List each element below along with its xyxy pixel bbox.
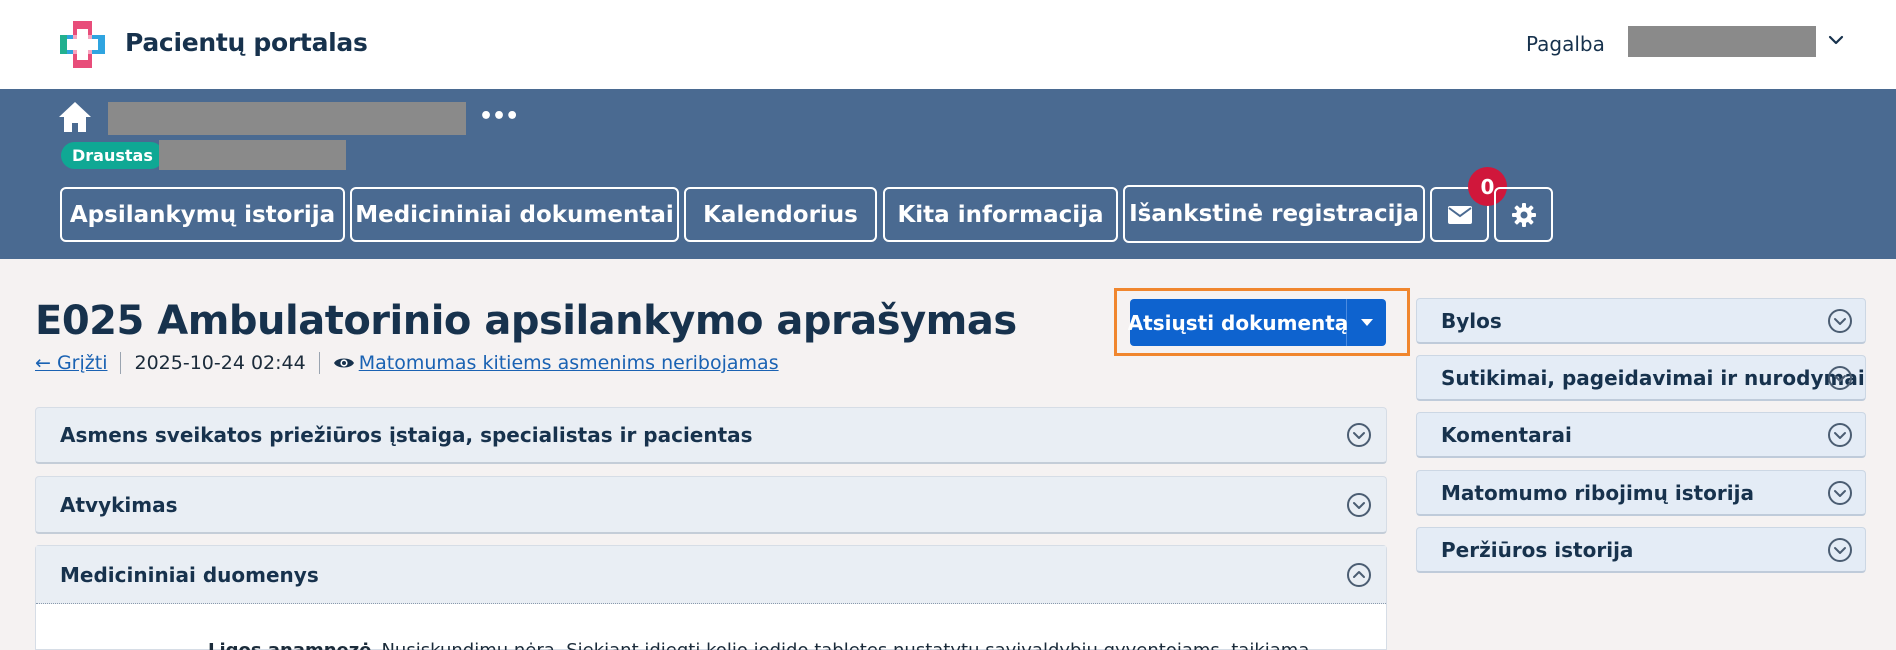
divider	[120, 352, 122, 374]
field-value: Nusiskundimų nėra. Siekiant įdiegti koli…	[381, 640, 1309, 650]
tab-other-information[interactable]: Kita informacija	[883, 187, 1118, 242]
side-panel-files[interactable]: Bylos	[1416, 298, 1866, 344]
user-role-detail-redacted	[159, 140, 346, 170]
visibility-link[interactable]: Matomumas kitiems asmenims neribojamas	[333, 352, 779, 374]
tab-visit-history[interactable]: Apsilankymų istorija	[60, 187, 345, 242]
chevron-down-icon[interactable]	[1826, 30, 1846, 50]
download-document-button[interactable]: Atsiųsti dokumentą	[1128, 299, 1348, 346]
portal-logo-icon[interactable]	[60, 21, 105, 68]
tab-calendar[interactable]: Kalendorius	[684, 187, 877, 242]
tab-medical-documents[interactable]: Medicininiai dokumentai	[350, 187, 679, 242]
home-icon[interactable]	[57, 100, 93, 134]
caret-down-icon	[1360, 318, 1373, 326]
side-panel-title[interactable]: Bylos	[1441, 309, 1502, 333]
divider	[318, 352, 320, 374]
chevron-down-circle-icon[interactable]	[1827, 308, 1853, 334]
envelope-icon	[1447, 205, 1472, 224]
chevron-up-circle-icon[interactable]	[1346, 562, 1372, 588]
settings-button[interactable]	[1494, 187, 1553, 242]
side-panel-comments[interactable]: Komentarai	[1416, 412, 1866, 458]
chevron-down-circle-icon[interactable]	[1827, 422, 1853, 448]
chevron-down-circle-icon[interactable]	[1827, 480, 1853, 506]
medical-history-field: Ligos anamnezė Nusiskundimų nėra. Siekian…	[208, 640, 1378, 650]
user-role-badge: Draustas	[61, 142, 164, 169]
side-panel-consents[interactable]: Sutikimai, pageidavimai ir nurodymai	[1416, 355, 1866, 401]
section-title[interactable]: Medicininiai duomenys	[60, 563, 319, 587]
chevron-down-circle-icon[interactable]	[1827, 365, 1853, 391]
user-name-redacted[interactable]	[1628, 26, 1816, 57]
chevron-down-circle-icon[interactable]	[1346, 492, 1372, 518]
gear-icon	[1511, 202, 1536, 227]
visibility-label[interactable]: Matomumas kitiems asmenims neribojamas	[359, 352, 779, 374]
side-panel-visibility-history[interactable]: Matomumo ribojimų istorija	[1416, 470, 1866, 516]
section-title[interactable]: Atvykimas	[36, 477, 1386, 532]
top-header: Pacientų portalas Pagalba	[0, 0, 1896, 89]
section-title[interactable]: Asmens sveikatos priežiūros įstaiga, spe…	[36, 408, 1386, 462]
breadcrumb-more-icon[interactable]: •••	[479, 104, 519, 129]
side-panel-view-history[interactable]: Peržiūros istorija	[1416, 527, 1866, 573]
chevron-down-circle-icon[interactable]	[1827, 537, 1853, 563]
section-header[interactable]: Medicininiai duomenys	[36, 546, 1386, 604]
download-document-button-group: Atsiųsti dokumentą	[1128, 299, 1386, 346]
tab-pre-registration[interactable]: Išankstinė registracija	[1123, 185, 1425, 243]
document-date: 2025-10-24 02:44	[134, 352, 306, 374]
side-panel-title[interactable]: Matomumo ribojimų istorija	[1441, 481, 1754, 505]
section-medical-data: Medicininiai duomenys Ligos anamnezė Nusi…	[35, 545, 1387, 650]
page-title: E025 Ambulatorinio apsilankymo aprašymas	[35, 298, 1017, 344]
field-label: Ligos anamnezė	[208, 640, 371, 650]
help-link[interactable]: Pagalba	[1526, 32, 1605, 56]
chevron-down-circle-icon[interactable]	[1346, 422, 1372, 448]
side-panel-title[interactable]: Peržiūros istorija	[1441, 538, 1633, 562]
breadcrumb-patient-redacted[interactable]	[108, 102, 466, 135]
eye-icon	[333, 358, 354, 368]
back-link[interactable]: ← Grįžti	[35, 352, 107, 374]
portal-brand-name[interactable]: Pacientų portalas	[125, 28, 368, 57]
section-arrival[interactable]: Atvykimas	[35, 476, 1387, 534]
section-institution-specialist-patient[interactable]: Asmens sveikatos priežiūros įstaiga, spe…	[35, 407, 1387, 464]
side-panel-title[interactable]: Komentarai	[1441, 423, 1572, 447]
side-panel-title[interactable]: Sutikimai, pageidavimai ir nurodymai	[1441, 366, 1865, 390]
document-meta: ← Grįžti 2025-10-24 02:44 Matomumas kiti…	[35, 350, 779, 376]
download-options-toggle[interactable]	[1347, 299, 1386, 346]
